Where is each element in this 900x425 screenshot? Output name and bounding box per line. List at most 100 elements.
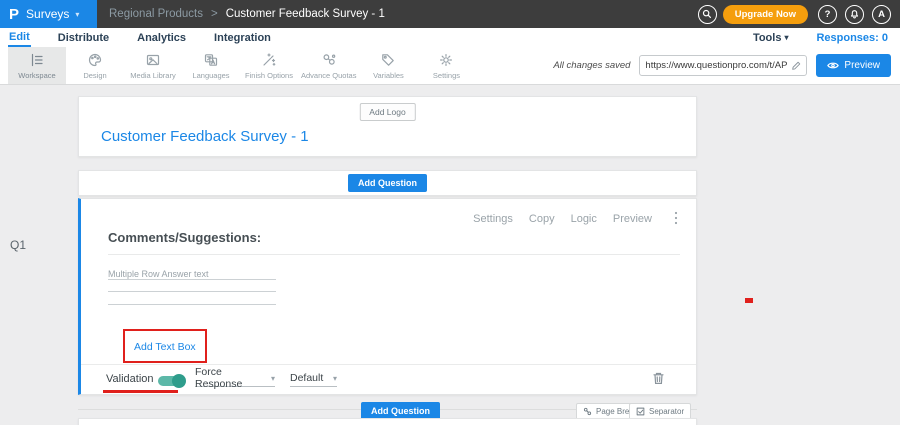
app-name: Surveys — [26, 7, 69, 21]
tool-settings[interactable]: Settings — [417, 47, 475, 84]
tool-design[interactable]: Design — [66, 47, 124, 84]
preview-button[interactable]: Preview — [816, 54, 891, 77]
delete-question-button[interactable] — [652, 371, 665, 390]
tool-label: Advance Quotas — [301, 71, 356, 80]
validation-label: Validation — [106, 373, 154, 385]
upgrade-now-label: Upgrade Now — [735, 9, 796, 20]
survey-url-box[interactable]: https://www.questionpro.com/t/APNrFZ — [639, 55, 807, 76]
default-label: Default — [290, 372, 323, 384]
next-block-card — [78, 418, 697, 425]
notifications-button[interactable] — [845, 5, 864, 24]
save-status: All changes saved — [553, 60, 630, 71]
force-response-label: Force Response — [195, 366, 271, 390]
question-title-divider — [108, 254, 680, 255]
wand-icon — [261, 52, 277, 68]
chevron-down-icon: ▾ — [75, 10, 79, 19]
tab-analytics[interactable]: Analytics — [136, 28, 187, 47]
workspace-icon — [29, 52, 45, 68]
survey-title[interactable]: Customer Feedback Survey - 1 — [101, 128, 309, 145]
eye-icon — [827, 61, 839, 70]
default-dropdown[interactable]: Default ▾ — [290, 370, 337, 387]
tool-advance-quotas[interactable]: Advance Quotas — [298, 47, 359, 84]
tool-finish-options[interactable]: Finish Options — [240, 47, 298, 84]
chevron-down-icon: ▾ — [784, 33, 788, 42]
add-logo-button[interactable]: Add Logo — [359, 103, 415, 121]
multirow-answer-field[interactable]: Multiple Row Answer text — [108, 267, 276, 305]
chevron-down-icon: ▾ — [271, 374, 275, 383]
upgrade-now-button[interactable]: Upgrade Now — [723, 5, 808, 24]
help-button[interactable]: ? — [818, 5, 837, 24]
tool-label: Finish Options — [245, 71, 293, 80]
chevron-down-icon: ▾ — [333, 374, 337, 383]
pencil-icon[interactable] — [791, 61, 801, 71]
breadcrumb-folder[interactable]: Regional Products — [109, 8, 203, 20]
quota-icon — [321, 52, 337, 68]
survey-url[interactable]: https://www.questionpro.com/t/APNrFZ — [645, 60, 787, 71]
nav-right: Tools ▾ Responses: 0 — [753, 28, 900, 47]
validation-annotation-underline — [103, 390, 178, 393]
search-button[interactable] — [698, 5, 717, 24]
tool-label: Languages — [192, 71, 229, 80]
question-copy-link[interactable]: Copy — [529, 213, 555, 225]
answer-row-3[interactable] — [108, 292, 276, 305]
breadcrumb-current-survey: Customer Feedback Survey - 1 — [226, 8, 385, 20]
question-logic-link[interactable]: Logic — [571, 213, 597, 225]
tool-workspace[interactable]: Workspace — [8, 47, 66, 84]
gear-icon — [438, 52, 454, 68]
survey-header-card: Add Logo Customer Feedback Survey - 1 — [78, 96, 697, 157]
question-title[interactable]: Comments/Suggestions: — [108, 230, 261, 245]
tool-languages[interactable]: Languages — [182, 47, 240, 84]
avatar-letter: A — [878, 9, 885, 20]
search-icon — [701, 8, 713, 20]
tool-label: Media Library — [130, 71, 175, 80]
tool-label: Settings — [433, 71, 460, 80]
trash-icon — [652, 371, 665, 385]
tools-menu[interactable]: Tools ▾ — [753, 32, 789, 44]
questionpro-logo-icon: P — [9, 6, 19, 23]
tab-edit[interactable]: Edit — [8, 28, 31, 47]
responses-link[interactable]: Responses: 0 — [816, 32, 888, 44]
add-text-box-link[interactable]: Add Text Box — [134, 341, 196, 353]
product-switcher[interactable]: P Surveys ▾ — [0, 0, 97, 28]
question-settings-link[interactable]: Settings — [473, 213, 513, 225]
help-label: ? — [825, 9, 831, 20]
more-options-button[interactable] — [674, 211, 678, 230]
answer-row-1[interactable]: Multiple Row Answer text — [108, 267, 276, 280]
question-actions: Settings Copy Logic Preview — [473, 213, 652, 225]
main-nav: Edit Distribute Analytics Integration To… — [0, 28, 900, 47]
question-number: Q1 — [10, 238, 26, 252]
account-avatar[interactable]: A — [872, 5, 891, 24]
force-response-dropdown[interactable]: Force Response ▾ — [195, 370, 275, 387]
topbar-actions: Upgrade Now ? A — [698, 5, 900, 24]
tools-label: Tools — [753, 32, 782, 44]
workspace-toolbar: Workspace Design Media Library Languages… — [0, 47, 900, 85]
preview-label: Preview — [844, 60, 880, 71]
more-vertical-icon — [674, 211, 678, 225]
breadcrumb: Regional Products > Customer Feedback Su… — [109, 8, 385, 20]
palette-icon — [87, 52, 103, 68]
breadcrumb-separator-icon: > — [211, 8, 218, 20]
image-icon — [145, 52, 161, 68]
tool-label: Workspace — [18, 71, 55, 80]
validation-toggle[interactable] — [158, 376, 184, 386]
bell-icon — [849, 9, 860, 20]
add-text-box-annotation: Add Text Box — [123, 329, 207, 363]
add-question-button-top[interactable]: Add Question — [348, 174, 427, 192]
question-preview-link[interactable]: Preview — [613, 213, 652, 225]
survey-editor-screen: P Surveys ▾ Regional Products > Customer… — [0, 0, 900, 425]
red-annotation-mark — [745, 298, 753, 303]
add-question-strip: Add Question — [78, 170, 697, 196]
tab-distribute[interactable]: Distribute — [57, 28, 110, 47]
validation-divider — [81, 364, 696, 365]
answer-row-2[interactable] — [108, 280, 276, 293]
separator-label: Separator — [649, 407, 684, 416]
translate-icon — [203, 52, 219, 68]
tab-integration[interactable]: Integration — [213, 28, 272, 47]
tool-media-library[interactable]: Media Library — [124, 47, 182, 84]
tag-icon — [380, 52, 396, 68]
tool-variables[interactable]: Variables — [359, 47, 417, 84]
checkbox-check-icon — [636, 407, 645, 416]
tool-label: Design — [83, 71, 106, 80]
page-break-icon — [583, 407, 592, 416]
toolbar-right: All changes saved https://www.questionpr… — [553, 47, 900, 84]
